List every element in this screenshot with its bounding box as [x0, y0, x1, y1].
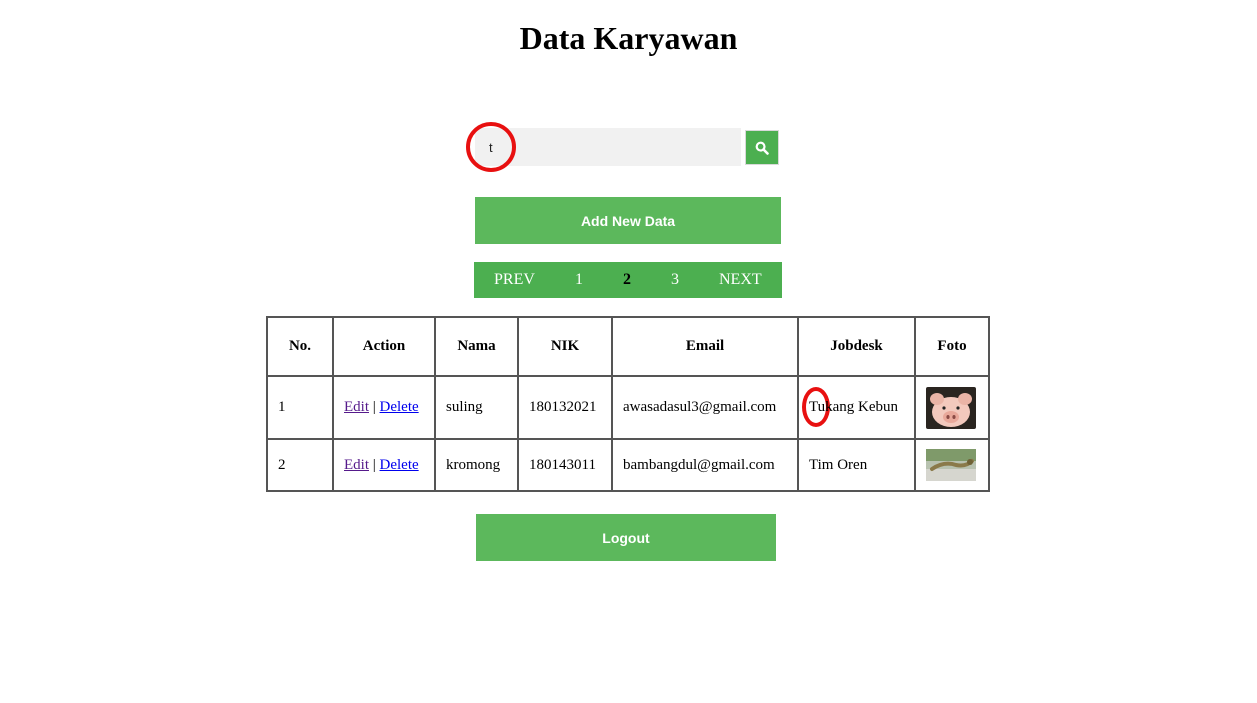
- cell-nama: kromong: [434, 438, 519, 492]
- action-separator: |: [372, 399, 376, 415]
- action-separator: |: [372, 456, 376, 473]
- cell-jobdesk: Tim Oren: [797, 438, 916, 492]
- edit-link[interactable]: Edit: [344, 399, 369, 415]
- pagination-page-3[interactable]: 3: [671, 271, 679, 289]
- table-row: 1 Edit | Delete suling 180132021 awasada…: [266, 375, 990, 440]
- edit-link[interactable]: Edit: [344, 457, 369, 473]
- search-box: [475, 128, 741, 166]
- pig-photo: [926, 386, 976, 429]
- search-icon: [755, 141, 769, 155]
- header-nama: Nama: [434, 316, 519, 377]
- cell-foto: [914, 438, 990, 492]
- cell-nik: 180132021: [517, 375, 613, 440]
- header-no: No.: [266, 316, 334, 377]
- header-action: Action: [332, 316, 436, 377]
- add-new-data-button[interactable]: Add New Data: [475, 197, 781, 244]
- table-header-row: No. Action Nama NIK Email Jobdesk Foto: [266, 316, 990, 377]
- pagination-next[interactable]: NEXT: [719, 271, 762, 289]
- search-input[interactable]: [475, 128, 741, 166]
- cell-no: 2: [266, 438, 334, 492]
- pagination-prev[interactable]: PREV: [494, 271, 535, 289]
- logout-button[interactable]: Logout: [476, 514, 776, 561]
- cell-foto: [914, 375, 990, 440]
- header-nik: NIK: [517, 316, 613, 377]
- pagination-page-2-current[interactable]: 2: [623, 271, 631, 289]
- table-row: 2 Edit | Delete kromong 180143011 bamban…: [266, 438, 990, 492]
- header-jobdesk: Jobdesk: [797, 316, 916, 377]
- cell-nik: 180143011: [517, 438, 613, 492]
- cell-email: awasadasul3@gmail.com: [611, 375, 799, 440]
- page: Data Karyawan Add New Data PREV 1 2 3 NE…: [0, 0, 1257, 703]
- cell-nama: suling: [434, 375, 519, 440]
- employee-table: No. Action Nama NIK Email Jobdesk Foto 1…: [266, 316, 990, 492]
- pagination-page-1[interactable]: 1: [575, 271, 583, 289]
- cell-jobdesk: Tukang Kebun: [797, 375, 916, 440]
- delete-link[interactable]: Delete: [380, 399, 419, 415]
- delete-link[interactable]: Delete: [380, 457, 419, 473]
- cell-no: 1: [266, 375, 334, 440]
- header-email: Email: [611, 316, 799, 377]
- cell-action: Edit | Delete: [332, 438, 436, 492]
- page-title: Data Karyawan: [519, 20, 738, 56]
- cell-email: bambangdul@gmail.com: [611, 438, 799, 492]
- header-foto: Foto: [914, 316, 990, 377]
- pagination: PREV 1 2 3 NEXT: [474, 262, 782, 298]
- search-button[interactable]: [745, 130, 779, 165]
- lizard-photo: [926, 449, 976, 481]
- cell-action: Edit | Delete: [332, 375, 436, 440]
